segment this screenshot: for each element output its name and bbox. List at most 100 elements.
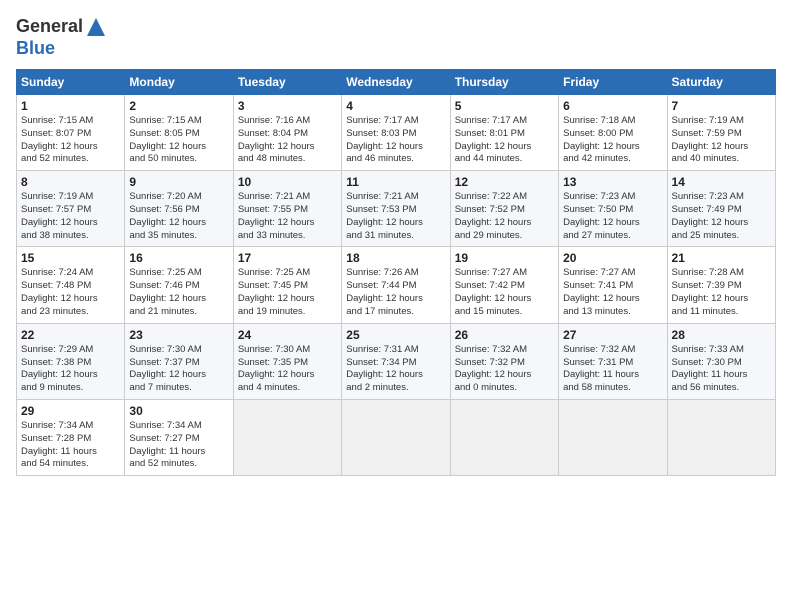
day-info: Sunrise: 7:21 AMSunset: 7:53 PMDaylight:… [346,191,445,242]
header-monday: Monday [125,69,233,94]
calendar-cell: 7 Sunrise: 7:19 AMSunset: 7:59 PMDaylight… [667,94,775,170]
calendar-cell: 18Sunrise: 7:26 AMSunset: 7:44 PMDayligh… [342,247,450,323]
day-info: Sunrise: 7:18 AMSunset: 8:00 PMDaylight:… [563,115,662,166]
calendar-cell: 3 Sunrise: 7:16 AMSunset: 8:04 PMDaylight… [233,94,341,170]
calendar-cell: 2 Sunrise: 7:15 AMSunset: 8:05 PMDaylight… [125,94,233,170]
day-info: Sunrise: 7:34 AMSunset: 7:28 PMDaylight:… [21,420,120,471]
day-info: Sunrise: 7:24 AMSunset: 7:48 PMDaylight:… [21,267,120,318]
day-number: 13 [563,175,662,189]
calendar-cell: 29 Sunrise: 7:34 AMSunset: 7:28 PMDayligh… [17,399,125,475]
calendar-cell: 5 Sunrise: 7:17 AMSunset: 8:01 PMDaylight… [450,94,558,170]
day-number: 5 [455,99,554,113]
calendar-cell: 25 Sunrise: 7:31 AMSunset: 7:34 PMDayligh… [342,323,450,399]
day-info: Sunrise: 7:17 AMSunset: 8:01 PMDaylight:… [455,115,554,166]
day-info: Sunrise: 7:30 AMSunset: 7:35 PMDaylight:… [238,344,337,395]
day-number: 8 [21,175,120,189]
day-number: 21 [672,251,771,265]
day-number: 23 [129,328,228,342]
calendar-cell: 22Sunrise: 7:29 AMSunset: 7:38 PMDayligh… [17,323,125,399]
day-info: Sunrise: 7:17 AMSunset: 8:03 PMDaylight:… [346,115,445,166]
day-number: 11 [346,175,445,189]
header-sunday: Sunday [17,69,125,94]
day-number: 6 [563,99,662,113]
day-number: 2 [129,99,228,113]
day-info: Sunrise: 7:15 AMSunset: 8:05 PMDaylight:… [129,115,228,166]
day-info: Sunrise: 7:29 AMSunset: 7:38 PMDaylight:… [21,344,120,395]
day-number: 16 [129,251,228,265]
day-info: Sunrise: 7:20 AMSunset: 7:56 PMDaylight:… [129,191,228,242]
day-number: 27 [563,328,662,342]
day-number: 19 [455,251,554,265]
day-number: 10 [238,175,337,189]
day-info: Sunrise: 7:25 AMSunset: 7:46 PMDaylight:… [129,267,228,318]
day-info: Sunrise: 7:32 AMSunset: 7:31 PMDaylight:… [563,344,662,395]
day-number: 30 [129,404,228,418]
header: General Blue [16,16,776,59]
calendar-cell: 23 Sunrise: 7:30 AMSunset: 7:37 PMDayligh… [125,323,233,399]
logo-blue: Blue [16,38,107,59]
day-info: Sunrise: 7:25 AMSunset: 7:45 PMDaylight:… [238,267,337,318]
calendar-cell: 4 Sunrise: 7:17 AMSunset: 8:03 PMDaylight… [342,94,450,170]
day-number: 9 [129,175,228,189]
day-number: 25 [346,328,445,342]
day-number: 24 [238,328,337,342]
page-container: General Blue Sunday Monday Tuesday Wedne… [0,0,792,484]
calendar-cell: 12Sunrise: 7:22 AMSunset: 7:52 PMDayligh… [450,171,558,247]
day-info: Sunrise: 7:27 AMSunset: 7:41 PMDaylight:… [563,267,662,318]
day-number: 15 [21,251,120,265]
calendar-cell: 8 Sunrise: 7:19 AMSunset: 7:57 PMDaylight… [17,171,125,247]
calendar-cell: 27 Sunrise: 7:32 AMSunset: 7:31 PMDayligh… [559,323,667,399]
calendar-cell: 19 Sunrise: 7:27 AMSunset: 7:42 PMDayligh… [450,247,558,323]
calendar-cell: 11 Sunrise: 7:21 AMSunset: 7:53 PMDayligh… [342,171,450,247]
calendar-cell: 15 Sunrise: 7:24 AMSunset: 7:48 PMDayligh… [17,247,125,323]
day-number: 7 [672,99,771,113]
day-info: Sunrise: 7:22 AMSunset: 7:52 PMDaylight:… [455,191,554,242]
day-info: Sunrise: 7:27 AMSunset: 7:42 PMDaylight:… [455,267,554,318]
calendar-cell: 20 Sunrise: 7:27 AMSunset: 7:41 PMDayligh… [559,247,667,323]
day-info: Sunrise: 7:23 AMSunset: 7:50 PMDaylight:… [563,191,662,242]
header-saturday: Saturday [667,69,775,94]
calendar-cell [342,399,450,475]
calendar-cell: 30 Sunrise: 7:34 AMSunset: 7:27 PMDayligh… [125,399,233,475]
header-friday: Friday [559,69,667,94]
day-info: Sunrise: 7:30 AMSunset: 7:37 PMDaylight:… [129,344,228,395]
calendar-cell: 6 Sunrise: 7:18 AMSunset: 8:00 PMDaylight… [559,94,667,170]
day-info: Sunrise: 7:21 AMSunset: 7:55 PMDaylight:… [238,191,337,242]
header-thursday: Thursday [450,69,558,94]
day-info: Sunrise: 7:34 AMSunset: 7:27 PMDaylight:… [129,420,228,471]
day-number: 3 [238,99,337,113]
day-number: 28 [672,328,771,342]
calendar-cell [233,399,341,475]
day-number: 26 [455,328,554,342]
day-info: Sunrise: 7:32 AMSunset: 7:32 PMDaylight:… [455,344,554,395]
calendar-cell: 26 Sunrise: 7:32 AMSunset: 7:32 PMDayligh… [450,323,558,399]
calendar-cell: 13 Sunrise: 7:23 AMSunset: 7:50 PMDayligh… [559,171,667,247]
calendar-cell: 24 Sunrise: 7:30 AMSunset: 7:35 PMDayligh… [233,323,341,399]
calendar-cell: 28 Sunrise: 7:33 AMSunset: 7:30 PMDayligh… [667,323,775,399]
calendar-cell [667,399,775,475]
day-info: Sunrise: 7:28 AMSunset: 7:39 PMDaylight:… [672,267,771,318]
logo: General Blue [16,16,107,59]
day-info: Sunrise: 7:31 AMSunset: 7:34 PMDaylight:… [346,344,445,395]
calendar-cell [450,399,558,475]
day-number: 1 [21,99,120,113]
day-number: 17 [238,251,337,265]
calendar-cell: 10 Sunrise: 7:21 AMSunset: 7:55 PMDayligh… [233,171,341,247]
calendar-cell: 9 Sunrise: 7:20 AMSunset: 7:56 PMDaylight… [125,171,233,247]
day-number: 4 [346,99,445,113]
day-info: Sunrise: 7:19 AMSunset: 7:57 PMDaylight:… [21,191,120,242]
calendar-cell: 21 Sunrise: 7:28 AMSunset: 7:39 PMDayligh… [667,247,775,323]
day-info: Sunrise: 7:23 AMSunset: 7:49 PMDaylight:… [672,191,771,242]
calendar-cell [559,399,667,475]
header-wednesday: Wednesday [342,69,450,94]
calendar-cell: 17 Sunrise: 7:25 AMSunset: 7:45 PMDayligh… [233,247,341,323]
day-info: Sunrise: 7:33 AMSunset: 7:30 PMDaylight:… [672,344,771,395]
day-number: 18 [346,251,445,265]
day-number: 20 [563,251,662,265]
header-tuesday: Tuesday [233,69,341,94]
calendar-cell: 16 Sunrise: 7:25 AMSunset: 7:46 PMDayligh… [125,247,233,323]
calendar-table: Sunday Monday Tuesday Wednesday Thursday… [16,69,776,476]
day-number: 29 [21,404,120,418]
day-info: Sunrise: 7:19 AMSunset: 7:59 PMDaylight:… [672,115,771,166]
day-info: Sunrise: 7:16 AMSunset: 8:04 PMDaylight:… [238,115,337,166]
